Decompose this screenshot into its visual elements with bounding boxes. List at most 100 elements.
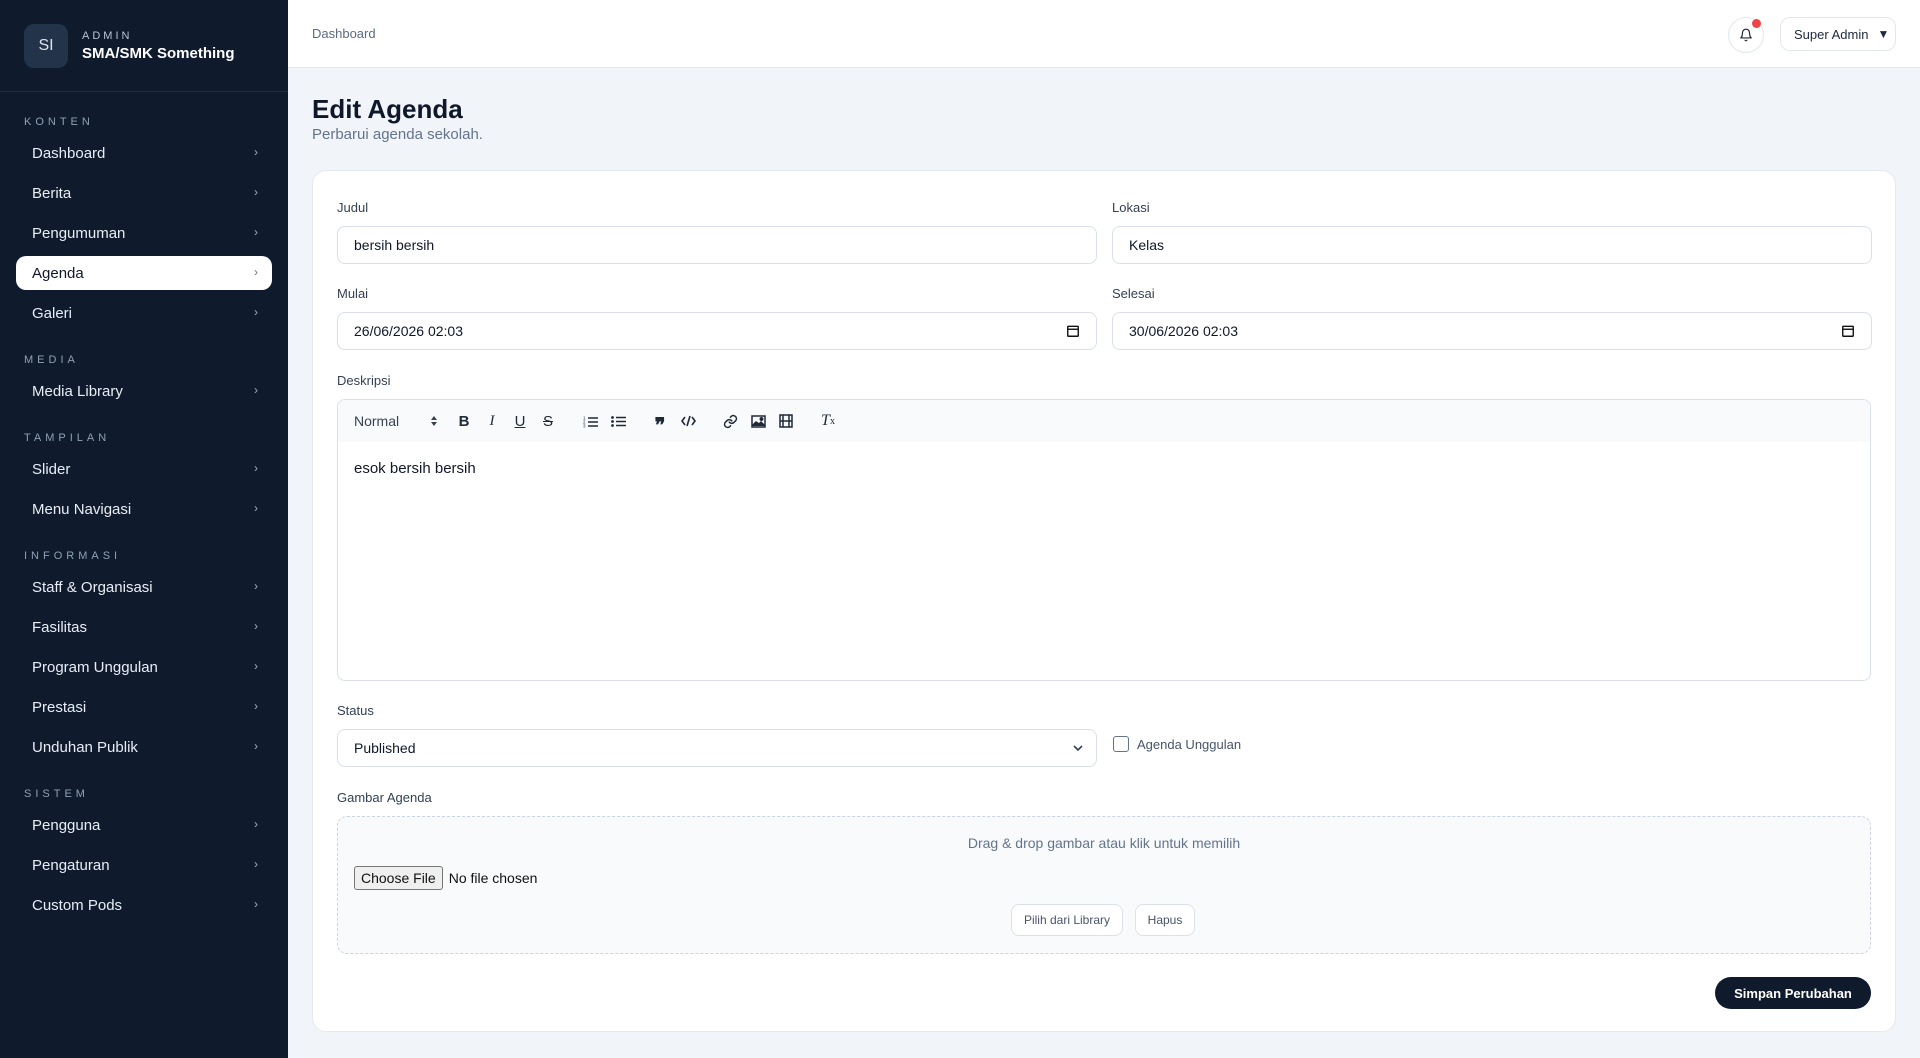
topbar: Dashboard Super Admin ▼ xyxy=(288,0,1920,68)
status-value: Published xyxy=(354,740,416,756)
file-input: Choose File No file chosen xyxy=(354,866,537,890)
lokasi-label: Lokasi xyxy=(1112,200,1150,215)
sidebar-item-label: Agenda xyxy=(32,264,84,282)
chevron-right-icon: › xyxy=(254,461,258,475)
format-value: Normal xyxy=(354,413,400,429)
sidebar-item-pengguna[interactable]: Pengguna › xyxy=(16,808,272,842)
bold-icon[interactable]: B xyxy=(450,409,478,433)
chevron-right-icon: › xyxy=(254,659,258,673)
rich-text-editor: Normal B I U S 123 ❞ T x esok bersih ber… xyxy=(337,399,1871,681)
link-icon[interactable] xyxy=(716,409,744,433)
sidebar-item-label: Menu Navigasi xyxy=(32,500,132,518)
selesai-datetime-input[interactable]: 30/06/2026 02:03 xyxy=(1112,312,1872,350)
chevron-right-icon: › xyxy=(254,225,258,239)
sidebar-item-agenda[interactable]: Agenda › xyxy=(16,256,272,290)
nav-section-title: MEDIA xyxy=(24,354,79,366)
strike-icon[interactable]: S xyxy=(534,409,562,433)
sidebar-item-dashboard[interactable]: Dashboard › xyxy=(16,136,272,170)
format-select[interactable]: Normal xyxy=(354,413,438,429)
chevron-right-icon: › xyxy=(254,579,258,593)
sidebar-item-fasilitas[interactable]: Fasilitas › xyxy=(16,610,272,644)
nav-section-title: SISTEM xyxy=(24,788,89,800)
status-label: Status xyxy=(337,703,374,718)
mulai-datetime-input[interactable]: 26/06/2026 02:03 xyxy=(337,312,1097,350)
page-subtitle: Perbarui agenda sekolah. xyxy=(312,126,483,143)
sidebar-item-custom-pods[interactable]: Custom Pods › xyxy=(16,888,272,922)
remove-image-button[interactable]: Hapus xyxy=(1135,904,1195,936)
underline-icon[interactable]: U xyxy=(506,409,534,433)
sidebar-item-label: Prestasi xyxy=(32,698,87,716)
image-icon[interactable] xyxy=(744,409,772,433)
sidebar-item-menu-navigasi[interactable]: Menu Navigasi › xyxy=(16,492,272,526)
calendar-icon[interactable] xyxy=(1066,324,1080,338)
status-select[interactable]: Published xyxy=(337,729,1097,767)
chevron-right-icon: › xyxy=(254,145,258,159)
bell-icon xyxy=(1740,28,1752,42)
chevron-right-icon: › xyxy=(254,739,258,753)
caret-down-icon: ▼ xyxy=(1877,27,1890,41)
gambar-label: Gambar Agenda xyxy=(337,790,432,805)
sidebar-item-staff-organisasi[interactable]: Staff & Organisasi › xyxy=(16,570,272,604)
italic-icon[interactable]: I xyxy=(478,409,506,433)
brand-name: SMA/SMK Something xyxy=(82,44,235,62)
breadcrumb[interactable]: Dashboard xyxy=(312,26,376,41)
sidebar: SI ADMIN SMA/SMK Something KONTEN Dashbo… xyxy=(0,0,288,1058)
sidebar-item-label: Pengumuman xyxy=(32,224,126,242)
bullet-list-icon[interactable] xyxy=(604,409,632,433)
sidebar-item-label: Custom Pods xyxy=(32,896,123,914)
user-menu-button[interactable]: Super Admin ▼ xyxy=(1780,17,1896,51)
sidebar-item-slider[interactable]: Slider › xyxy=(16,452,272,486)
selesai-label: Selesai xyxy=(1112,286,1155,301)
pick-from-library-button[interactable]: Pilih dari Library xyxy=(1011,904,1123,936)
code-icon[interactable] xyxy=(674,409,702,433)
nav-section-title: TAMPILAN xyxy=(24,432,111,444)
sidebar-item-label: Berita xyxy=(32,184,72,202)
mulai-label: Mulai xyxy=(337,286,369,301)
updown-icon xyxy=(431,416,437,426)
svg-text:3: 3 xyxy=(583,423,586,428)
brand-logo: SI xyxy=(24,23,68,68)
chevron-right-icon: › xyxy=(254,817,258,831)
clean-format-icon[interactable]: Tx xyxy=(814,409,842,433)
sidebar-item-label: Unduhan Publik xyxy=(32,738,138,756)
agenda-unggulan-toggle[interactable]: Agenda Unggulan xyxy=(1113,736,1241,752)
sidebar-item-media-library[interactable]: Media Library › xyxy=(16,374,272,408)
chevron-right-icon: › xyxy=(254,857,258,871)
sidebar-item-berita[interactable]: Berita › xyxy=(16,176,272,210)
brand-text: ADMIN SMA/SMK Something xyxy=(82,30,235,62)
image-dropzone[interactable]: Drag & drop gambar atau klik untuk memil… xyxy=(337,816,1871,954)
agenda-unggulan-label: Agenda Unggulan xyxy=(1137,736,1242,752)
sidebar-item-label: Galeri xyxy=(32,304,73,322)
editor-toolbar: Normal B I U S 123 ❞ T x xyxy=(338,400,1870,442)
notification-button[interactable] xyxy=(1728,17,1764,53)
sidebar-item-pengumuman[interactable]: Pengumuman › xyxy=(16,216,272,250)
save-button[interactable]: Simpan Perubahan xyxy=(1715,977,1871,1009)
blockquote-icon[interactable]: ❞ xyxy=(646,409,674,437)
sidebar-item-galeri[interactable]: Galeri › xyxy=(16,296,272,330)
ordered-list-icon[interactable]: 123 xyxy=(576,409,604,433)
choose-file-button[interactable]: Choose File xyxy=(354,866,443,890)
judul-input[interactable]: bersih bersih xyxy=(337,226,1097,264)
agenda-unggulan-checkbox[interactable] xyxy=(1113,736,1129,752)
chevron-right-icon: › xyxy=(254,897,258,911)
sidebar-item-label: Staff & Organisasi xyxy=(32,578,153,596)
sidebar-item-label: Media Library xyxy=(32,382,123,400)
video-icon[interactable] xyxy=(772,409,800,433)
deskripsi-label: Deskripsi xyxy=(337,373,391,388)
chevron-right-icon: › xyxy=(254,305,258,319)
chevron-right-icon: › xyxy=(254,501,258,515)
notification-dot xyxy=(1752,19,1761,28)
sidebar-item-label: Program Unggulan xyxy=(32,658,158,676)
sidebar-item-prestasi[interactable]: Prestasi › xyxy=(16,690,272,724)
lokasi-input[interactable]: Kelas xyxy=(1112,226,1872,264)
sidebar-item-label: Pengaturan xyxy=(32,856,110,874)
chevron-right-icon: › xyxy=(254,619,258,633)
calendar-icon[interactable] xyxy=(1841,324,1855,338)
sidebar-item-label: Slider xyxy=(32,460,71,478)
sidebar-item-pengaturan[interactable]: Pengaturan › xyxy=(16,848,272,882)
judul-value: bersih bersih xyxy=(354,237,435,253)
chevron-right-icon: › xyxy=(254,383,258,397)
editor-content[interactable]: esok bersih bersih xyxy=(338,442,1870,495)
sidebar-item-program-unggulan[interactable]: Program Unggulan › xyxy=(16,650,272,684)
sidebar-item-unduhan-publik[interactable]: Unduhan Publik › xyxy=(16,730,272,764)
